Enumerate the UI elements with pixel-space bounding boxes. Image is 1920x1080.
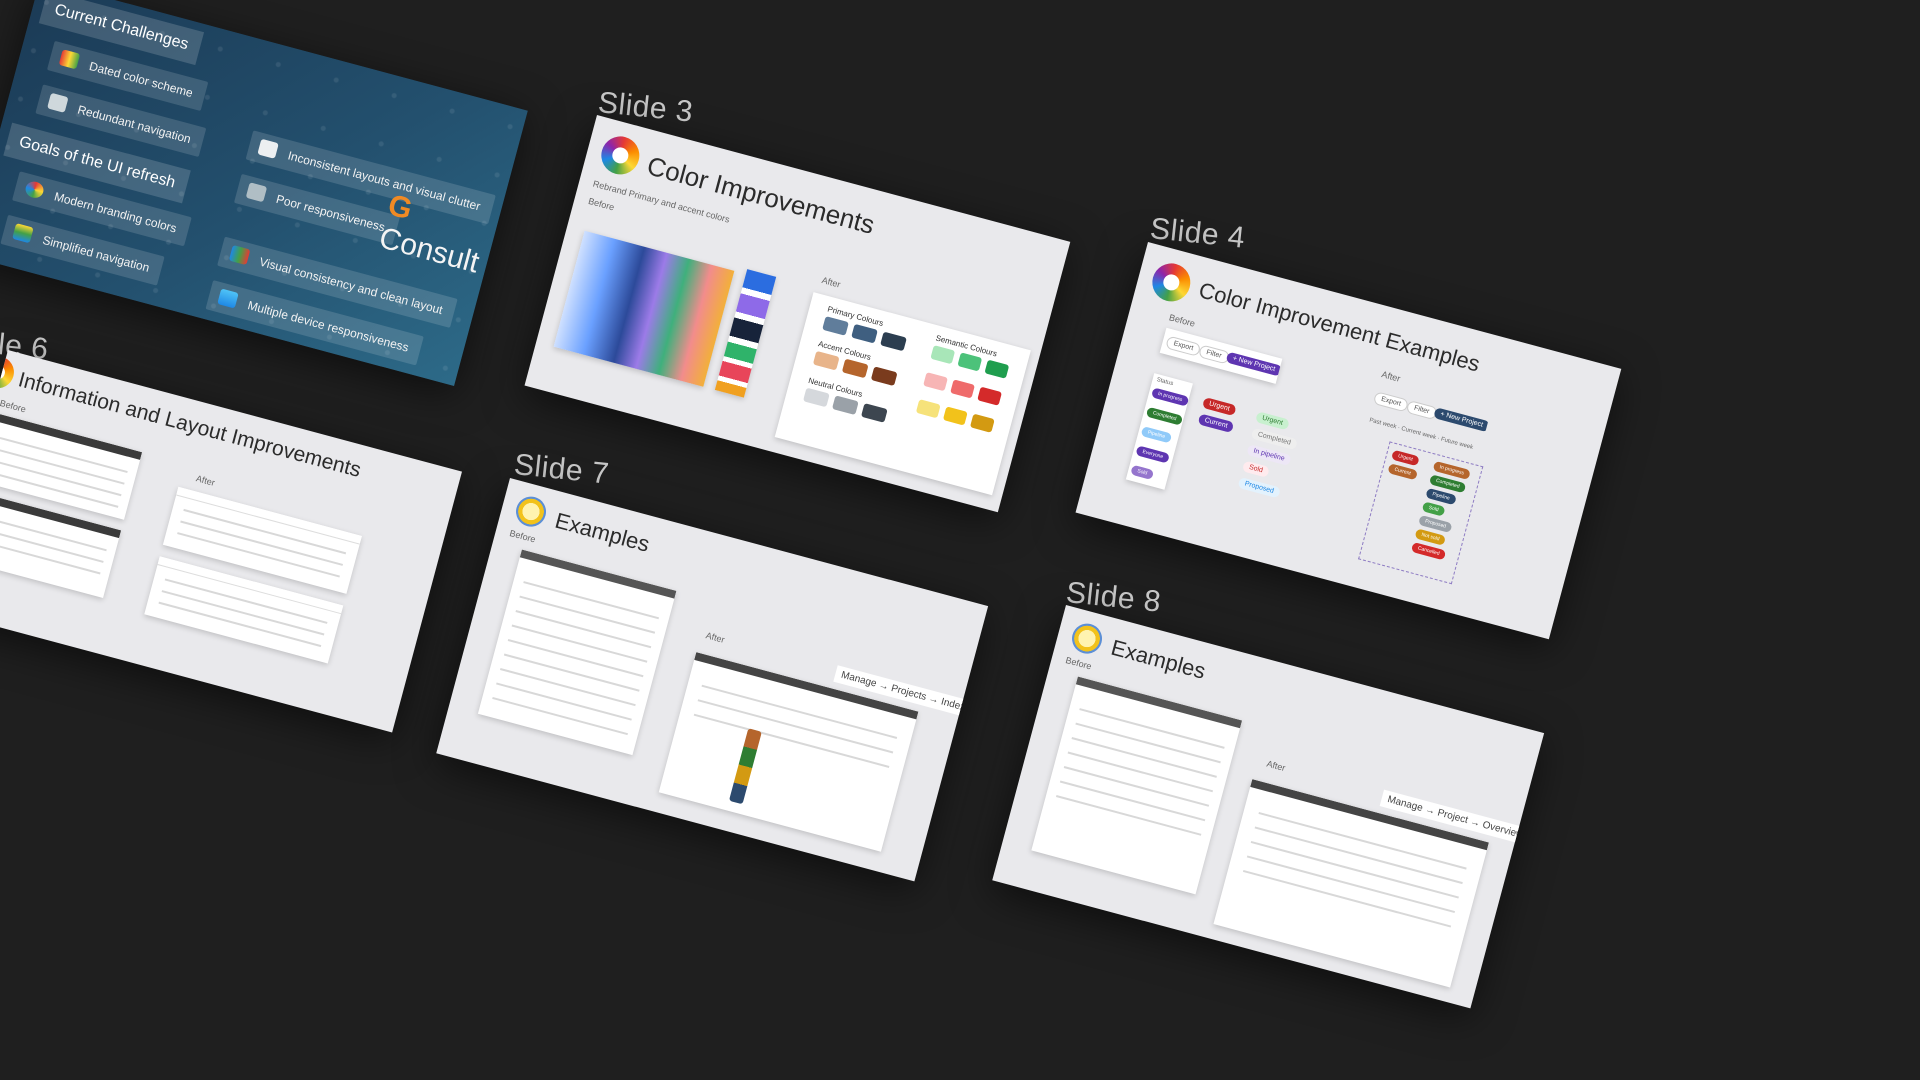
slide-title: Examples <box>552 507 653 557</box>
semantic-swatch <box>977 386 1003 406</box>
status-label: Status <box>1155 377 1174 388</box>
primary-swatch <box>822 316 849 336</box>
slide-3-thumbnail[interactable]: Color Improvements Rebrand Primary and a… <box>524 115 1071 513</box>
status-pill: Pipeline <box>1140 426 1172 444</box>
status-pill: Proposed <box>1237 476 1281 499</box>
neutral-swatch <box>860 403 888 423</box>
lightbulb-icon <box>1068 620 1106 657</box>
color-wheel-icon <box>1148 259 1195 306</box>
filter-button: Filter <box>1405 399 1438 421</box>
semantic-swatch <box>950 379 975 399</box>
new-palette-card: Primary Colours Accent Colours Neutral C… <box>774 292 1031 496</box>
blocks-icon <box>228 244 251 266</box>
before-label: Before <box>1064 654 1093 672</box>
export-button: Export <box>1372 391 1410 413</box>
accent-swatch <box>841 358 869 379</box>
before-label: Before <box>1168 312 1197 329</box>
layout-icon <box>257 138 279 159</box>
browser-icon <box>47 92 69 113</box>
legend-current-week: Current week <box>1400 426 1437 442</box>
before-toolbar-mock: Export Filter + New Project <box>1159 327 1283 384</box>
slide-6-thumbnail[interactable]: Information and Layout Improvements Befo… <box>0 350 462 733</box>
color-wheel-icon <box>597 132 644 179</box>
palette-icon <box>58 49 81 70</box>
slide-1-thumbnail[interactable]: Current Challenges Dated color scheme Re… <box>0 0 528 386</box>
slide-7-thumbnail[interactable]: Examples Before After Manage → Projects … <box>436 478 989 882</box>
semantic-swatch <box>915 399 941 419</box>
slide-4-thumbnail[interactable]: Color Improvement Examples Before Export… <box>1075 242 1622 640</box>
new-project-button: + New Project <box>1225 351 1283 377</box>
legend-future-week: Future week <box>1440 436 1474 451</box>
status-pill: Current <box>1387 463 1418 481</box>
neutral-swatch <box>802 387 830 408</box>
before-screenshot <box>477 549 677 756</box>
filter-button: Filter <box>1197 344 1230 365</box>
after-label: After <box>194 473 216 488</box>
after-label: After <box>1380 369 1402 384</box>
before-screenshot <box>1031 676 1243 895</box>
after-toolbar-mock: Export Filter + New Project <box>1367 385 1490 439</box>
old-palette-grid <box>553 230 735 387</box>
status-pill: Urgent <box>1255 411 1290 431</box>
status-pill: In progress <box>1150 387 1190 407</box>
semantic-swatch <box>969 413 995 433</box>
before-label: Before <box>0 397 27 415</box>
status-pill: Sold <box>1241 460 1270 478</box>
status-pill: Current <box>1197 413 1235 434</box>
slide-title: Examples <box>1108 634 1209 684</box>
status-column-pills <box>728 728 762 805</box>
lightbulb-icon <box>512 493 550 530</box>
status-pill: Completed <box>1145 406 1184 426</box>
after-label: After <box>704 630 726 645</box>
navigation-icon <box>12 223 34 244</box>
accent-swatch <box>870 366 898 387</box>
legend-past-week: Past week <box>1368 417 1397 431</box>
status-pill: Everyone <box>1135 445 1171 464</box>
semantic-swatch <box>942 406 968 426</box>
semantic-swatch <box>923 372 948 392</box>
status-pill: Urgent <box>1201 396 1237 417</box>
export-button: Export <box>1165 335 1202 357</box>
status-pill: Sold <box>1130 464 1155 481</box>
before-status-column: Status In progress Completed Pipeline Ev… <box>1125 373 1193 490</box>
before-label: Before <box>587 195 616 213</box>
neutral-swatch <box>831 395 859 416</box>
after-label: After <box>820 275 842 290</box>
before-label: Before <box>508 527 537 545</box>
devices-icon <box>245 182 268 203</box>
multi-device-icon <box>217 288 239 309</box>
after-label: After <box>1265 758 1287 774</box>
accent-swatch <box>812 350 840 371</box>
slide-8-thumbnail[interactable]: Examples Before After Manage → Project →… <box>992 605 1545 1009</box>
status-pill: Sold <box>1421 501 1446 517</box>
semantic-swatch <box>984 359 1010 379</box>
semantic-swatch <box>957 352 983 372</box>
slide-title: Color Improvements <box>643 150 878 240</box>
after-status-panel: Urgent Current In progress Completed Pip… <box>1358 441 1484 585</box>
color-wheel-icon <box>23 179 46 200</box>
primary-swatch <box>880 331 907 352</box>
new-project-button: + New Project <box>1433 407 1490 433</box>
semantic-swatch <box>930 345 956 365</box>
primary-swatch <box>851 323 878 344</box>
